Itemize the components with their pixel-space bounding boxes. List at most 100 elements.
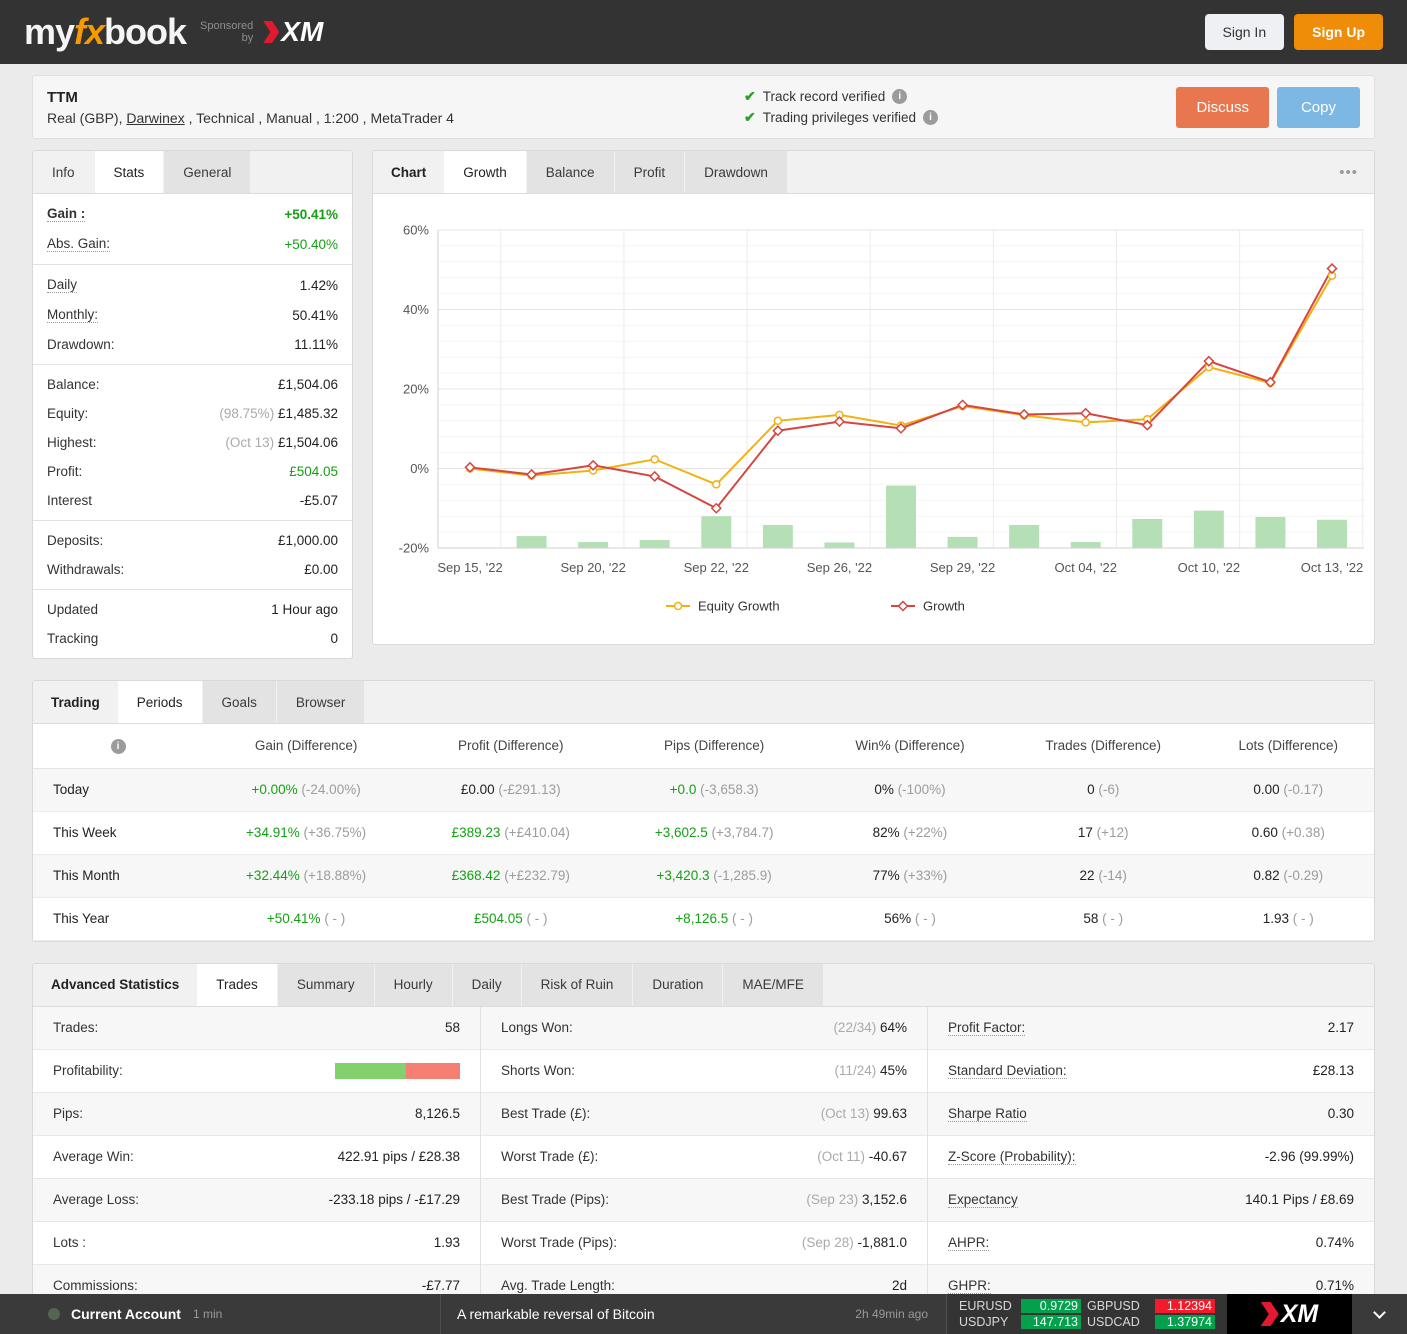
- stat-label: Interest: [47, 493, 93, 508]
- stat-row-tracking: Tracking 0: [33, 624, 352, 653]
- sign-up-button[interactable]: Sign Up: [1294, 14, 1383, 50]
- stat-label[interactable]: Daily: [47, 277, 78, 293]
- logo-text-book: book: [104, 11, 187, 52]
- stat-label[interactable]: Gain :: [47, 206, 86, 222]
- stat-row-abs-gain: Abs. Gain: +50.40%: [33, 229, 352, 259]
- stat-value: (Oct 13) £1,504.06: [225, 435, 338, 450]
- column-header-lots-difference: Lots (Difference): [1202, 724, 1374, 769]
- adv-row-lots: Lots : 1.93: [33, 1222, 480, 1265]
- stat-row-monthly: Monthly: 50.41%: [33, 300, 352, 330]
- stat-label: Withdrawals:: [47, 562, 125, 577]
- stats-tab-info[interactable]: Info: [33, 151, 94, 193]
- legend-equity-growth[interactable]: Equity Growth: [698, 599, 780, 614]
- table-cell: 0% (-100%): [816, 768, 1004, 811]
- copy-button[interactable]: Copy: [1276, 86, 1360, 128]
- table-row-this-month: This Month +32.44% (+18.88%) £368.42 (+£23…: [33, 854, 1374, 897]
- svg-text:40%: 40%: [403, 302, 429, 317]
- periods-tab-browser[interactable]: Browser: [276, 681, 365, 723]
- svg-text:Sep 29, '22: Sep 29, '22: [930, 560, 995, 575]
- cell-value: £368.42: [451, 868, 501, 883]
- chart-menu-icon[interactable]: •••: [1323, 151, 1374, 193]
- stat-value: 50.41%: [292, 307, 338, 323]
- profitability-bar-lost: [406, 1062, 460, 1079]
- advanced-tab-daily[interactable]: Daily: [452, 963, 521, 1006]
- stat-label[interactable]: Abs. Gain:: [47, 236, 111, 252]
- cell-diff: (-6): [1094, 782, 1120, 797]
- adv-label: Trades:: [53, 1020, 99, 1035]
- quote-symbol-gbpusd[interactable]: GBPUSD: [1087, 1299, 1149, 1313]
- adv-row-ahpr: AHPR: 0.74%: [928, 1222, 1374, 1265]
- myfxbook-logo[interactable]: myfxbook: [24, 11, 187, 53]
- news-headline[interactable]: A remarkable reversal of Bitcoin: [457, 1306, 655, 1322]
- quote-symbol-usdjpy[interactable]: USDJPY: [959, 1315, 1015, 1329]
- row-label: Today: [53, 782, 90, 797]
- advanced-tab-trades[interactable]: Trades: [197, 963, 277, 1006]
- cell-diff: (-0.17): [1279, 782, 1324, 797]
- adv-label[interactable]: Profit Factor:: [948, 1020, 1026, 1036]
- chart-tab-drawdown[interactable]: Drawdown: [685, 151, 787, 193]
- adv-label: Profitability:: [53, 1063, 123, 1078]
- adv-value: £28.13: [1312, 1063, 1354, 1078]
- xm-logo[interactable]: XM: [263, 16, 323, 48]
- periods-tab-periods[interactable]: Periods: [117, 681, 202, 723]
- stat-group: Balance: £1,504.06 Equity: (98.75%) £1,485.…: [33, 365, 352, 521]
- stat-label[interactable]: Monthly:: [47, 307, 99, 323]
- stat-group: Deposits: £1,000.00 Withdrawals: £0.00: [33, 521, 352, 590]
- cell-diff: (+0.38): [1277, 825, 1325, 840]
- stats-tab-stats[interactable]: Stats: [94, 151, 164, 193]
- table-row-this-week: This Week +34.91% (+36.75%) £389.23 (+£410…: [33, 811, 1374, 854]
- adv-row-standard-deviation: Standard Deviation: £28.13: [928, 1050, 1374, 1093]
- info-icon[interactable]: i: [923, 110, 939, 125]
- adv-label[interactable]: AHPR:: [948, 1235, 990, 1251]
- advanced-stats-grid: Trades: 58 Profitability: Pips: 8,126.5 Avera…: [33, 1006, 1374, 1308]
- adv-row-z-score-probability: Z-Score (Probability): -2.96 (99.99%): [928, 1136, 1374, 1179]
- quote-symbol-usdcad[interactable]: USDCAD: [1087, 1315, 1149, 1329]
- advanced-tab-duration[interactable]: Duration: [633, 963, 723, 1006]
- adv-label[interactable]: Sharpe Ratio: [948, 1106, 1027, 1122]
- cell-diff: (-£291.13): [494, 782, 561, 797]
- advanced-tab-mae-mfe[interactable]: MAE/MFE: [723, 963, 823, 1006]
- stat-row-interest: Interest -£5.07: [33, 486, 352, 515]
- info-icon[interactable]: i: [110, 739, 126, 755]
- current-account-label[interactable]: Current Account: [71, 1306, 181, 1322]
- table-cell: 0.60 (+0.38): [1202, 811, 1374, 854]
- advanced-tab-risk-of-ruin[interactable]: Risk of Ruin: [521, 963, 633, 1006]
- table-cell: 17 (+12): [1004, 811, 1203, 854]
- broker-link[interactable]: Darwinex: [126, 110, 184, 126]
- chevron-down-icon[interactable]: [1352, 1294, 1407, 1334]
- quote-price-gbpusd[interactable]: 1.12394: [1155, 1299, 1215, 1313]
- chart-tab-balance[interactable]: Balance: [526, 151, 614, 193]
- discuss-button[interactable]: Discuss: [1176, 86, 1269, 128]
- stats-tab-general[interactable]: General: [164, 151, 251, 193]
- advanced-tab-summary[interactable]: Summary: [277, 963, 374, 1006]
- legend-growth[interactable]: Growth: [923, 599, 965, 614]
- quote-symbol-eurusd[interactable]: EURUSD: [959, 1299, 1015, 1313]
- adv-label[interactable]: Standard Deviation:: [948, 1063, 1067, 1079]
- svg-text:Sep 26, '22: Sep 26, '22: [807, 560, 872, 575]
- adv-row-best-trade-pips: Best Trade (Pips): (Sep 23) 3,152.6: [481, 1178, 927, 1222]
- bottom-ticker-bar: Current Account 1 min A remarkable rever…: [0, 1294, 1407, 1334]
- chart-tab-profit[interactable]: Profit: [614, 151, 685, 193]
- adv-value: (11/24) 45%: [834, 1063, 907, 1078]
- adv-value: 2d: [891, 1278, 907, 1293]
- stat-row-gain: Gain : +50.41%: [33, 199, 352, 229]
- periods-tab-goals[interactable]: Goals: [202, 681, 276, 723]
- chart-tab-growth[interactable]: Growth: [444, 151, 526, 193]
- adv-row-longs-won: Longs Won: (22/34) 64%: [481, 1006, 927, 1050]
- adv-label[interactable]: GHPR:: [948, 1278, 991, 1294]
- table-cell: £0.00 (-£291.13): [409, 768, 612, 811]
- quote-price-eurusd[interactable]: 0.9729: [1021, 1299, 1081, 1313]
- adv-row-pips: Pips: 8,126.5: [33, 1092, 480, 1136]
- stat-row-balance: Balance: £1,504.06: [33, 370, 352, 399]
- info-icon[interactable]: i: [892, 89, 908, 104]
- cell-diff: (+33%): [899, 868, 948, 883]
- adv-value: 58: [444, 1020, 460, 1035]
- quote-price-usdcad[interactable]: 1.37974: [1155, 1315, 1215, 1329]
- advanced-tab-hourly[interactable]: Hourly: [374, 963, 452, 1006]
- adv-label[interactable]: Expectancy: [948, 1192, 1018, 1208]
- xm-banner[interactable]: XM: [1227, 1294, 1352, 1334]
- adv-label[interactable]: Z-Score (Probability):: [948, 1149, 1076, 1165]
- row-label: This Month: [53, 868, 120, 883]
- quote-price-usdjpy[interactable]: 147.713: [1021, 1315, 1081, 1329]
- sign-in-button[interactable]: Sign In: [1204, 14, 1285, 50]
